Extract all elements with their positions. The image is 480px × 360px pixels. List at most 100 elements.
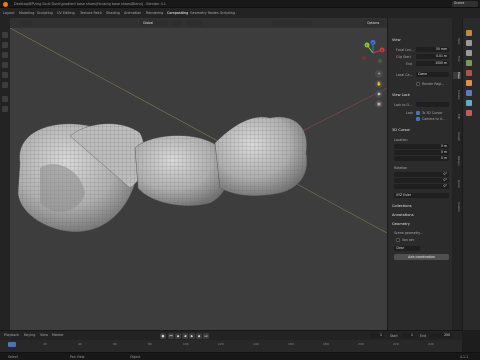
collections-section-header[interactable]: Collections [392,204,412,208]
rotation-mode-dropdown[interactable]: XYZ Euler [394,193,449,198]
clip-start-field[interactable]: 0.01 m [416,54,449,59]
render-properties-icon[interactable] [466,40,472,46]
hand-icon[interactable]: ✋ [375,80,383,88]
tab-animation[interactable]: Animation [124,11,141,15]
timeline-ruler[interactable]: 1 0 20 40 60 80 100 120 140 160 180 200 … [0,340,462,352]
pivot-dropdown[interactable] [172,20,182,26]
zoom-icon[interactable]: + [375,70,383,78]
local-camera-field[interactable]: Came [416,72,449,77]
focal-length-field[interactable]: 50 mm [416,47,449,52]
sculpt-mesh[interactable] [17,116,308,232]
tab-compositing[interactable]: Compositing [167,11,188,15]
annotate-tool-icon[interactable] [2,96,8,102]
navigation-gizmo[interactable]: X Y Z [360,40,386,66]
workspace-tabs: Layout Modeling Sculpting UV Editing Tex… [0,1,480,18]
n-panel-tabs: Item Tool View Create Edit Sculpt Retopo… [452,18,462,330]
play-reverse-icon[interactable]: ◀ [182,333,188,339]
mode-selector[interactable] [20,20,32,26]
current-frame-field[interactable]: 1 [370,333,384,338]
measure-tool-icon[interactable] [2,106,8,112]
output-properties-icon[interactable] [466,50,472,56]
rotate-tool-icon[interactable] [2,62,8,68]
npanel-tab-view[interactable]: View [453,72,461,79]
location-y-field[interactable]: 0 m [394,150,449,155]
merge-checkbox[interactable] [396,238,400,242]
tab-modeling[interactable]: Modeling [19,11,34,15]
npanel-tab-sculpt[interactable]: Sculpt [453,132,461,141]
rotation-x-field[interactable]: 0° [394,172,449,177]
viewport-header: Global Options [10,18,387,28]
tab-uv-editing[interactable]: UV Editing [57,11,75,15]
geometry-section-header[interactable]: Geometry [392,222,410,226]
keying-menu[interactable]: Keying [24,333,35,337]
tab-geometry-nodes[interactable]: Geometry Nodes [190,11,219,15]
npanel-tab-edit[interactable]: Edit [453,114,461,119]
rotation-y-field[interactable]: 0° [394,178,449,183]
status-bar: Select Pan View Object 4.1.1 [0,352,480,360]
grid-icon[interactable]: ▦ [375,100,383,108]
cursor-section-header[interactable]: 3D Cursor [392,128,410,132]
snap-toggle[interactable] [186,20,202,26]
tool-properties-icon[interactable] [466,30,472,36]
next-keyframe-icon[interactable]: ◆ [196,333,202,339]
transform-tool-icon[interactable] [2,82,8,88]
location-z-field[interactable]: 0 m [394,156,449,161]
scale-tool-icon[interactable] [2,72,8,78]
n-panel: View Focal Len... 50 mm Clip Start 0.01 … [387,18,452,330]
end-frame-field[interactable]: 250 [430,333,452,338]
world-properties-icon[interactable] [466,70,472,76]
marker-menu[interactable]: Marker [52,333,64,337]
jump-start-icon[interactable]: ⏮ [168,333,174,339]
playback-menu[interactable]: Playback [4,333,19,337]
object-properties-icon[interactable] [466,80,472,86]
view-lock-section-header[interactable]: View Lock [392,93,410,97]
jump-end-icon[interactable]: ⏭ [203,333,209,339]
tab-shading[interactable]: Shading [106,11,120,15]
lock-to-object-field[interactable] [416,102,449,107]
render-region-checkbox[interactable] [416,82,420,86]
npanel-tab-quick[interactable]: Quick [453,180,461,188]
orientation-dropdown[interactable]: Global [140,20,168,26]
npanel-tab-create[interactable]: Create [453,90,461,99]
scene-properties-icon[interactable] [466,60,472,66]
npanel-tab-tool[interactable]: Tool [453,56,461,61]
modifier-properties-icon[interactable] [466,90,472,96]
view-menu[interactable]: View [40,333,48,337]
scene-selector[interactable]: Scene [452,1,478,7]
npanel-tab-item[interactable]: Item [453,38,461,44]
view-section-header[interactable]: View [392,38,401,42]
to-3d-cursor-checkbox[interactable] [416,111,420,115]
tab-rendering[interactable]: Rendering [146,11,163,15]
prev-keyframe-icon[interactable]: ◆ [175,333,181,339]
ruler-tick: 80 [148,342,152,346]
location-x-field[interactable]: 0 m [394,144,449,149]
options-button[interactable]: Options [365,20,385,26]
camera-to-view-checkbox[interactable] [416,117,420,121]
status-context: Object [130,354,141,359]
camera-icon[interactable]: ◉ [375,90,383,98]
rotation-z-field[interactable]: 0° [394,184,449,189]
ruler-tick: 120 [218,342,224,346]
npanel-tab-scatter[interactable]: Scatter [453,202,461,212]
start-label: Start [390,334,398,338]
tab-scripting[interactable]: Scripting [220,11,235,15]
cursor-tool-icon[interactable] [2,42,8,48]
clip-end-field[interactable]: 1000 m [416,61,449,66]
tab-layout[interactable]: Layout [3,11,15,15]
tab-sculpting[interactable]: Sculpting [37,11,53,15]
3d-viewport[interactable]: Global Options X Y Z + ✋ ◉ ▦ [10,18,387,330]
tab-texture-paint[interactable]: Texture Paint [80,11,102,15]
record-icon[interactable]: ● [160,333,166,339]
clear-field[interactable]: Clear [394,246,420,251]
select-tool-icon[interactable] [2,32,8,38]
play-icon[interactable]: ▶ [189,333,195,339]
move-tool-icon[interactable] [2,52,8,58]
shading-controls[interactable] [272,20,312,26]
npanel-tab-retopo[interactable]: Retopo [453,156,461,166]
annotations-section-header[interactable]: Annotations [392,213,414,217]
material-properties-icon[interactable] [466,110,472,116]
start-frame-field[interactable]: 1 [401,333,415,338]
ruler-tick: 100 [183,342,189,346]
physics-properties-icon[interactable] [466,100,472,106]
axis-coordination-button[interactable]: Axis coordination [394,254,449,260]
